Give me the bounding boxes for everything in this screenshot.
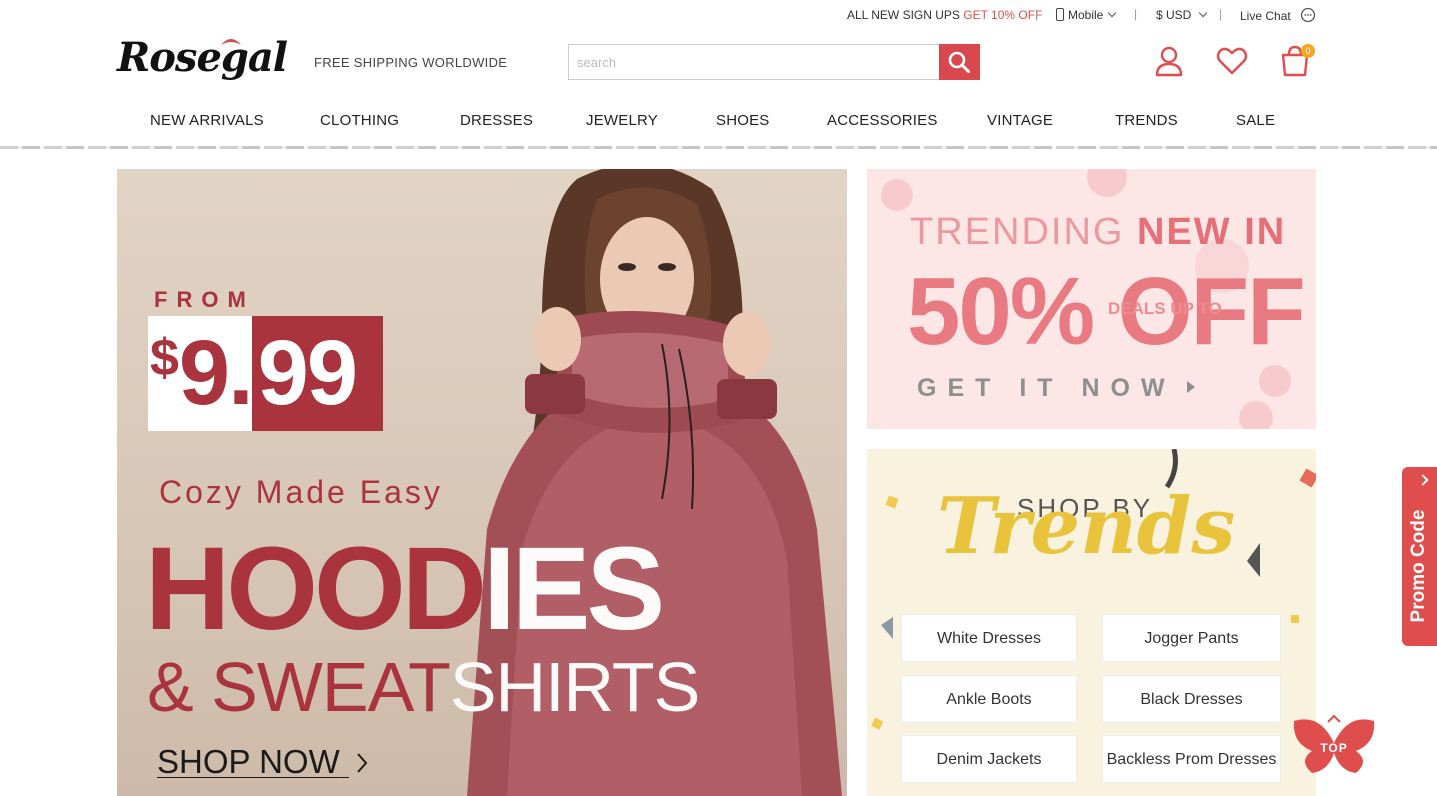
get-it-now-link[interactable]: GET IT NOW xyxy=(917,374,1196,403)
price-decimals: 99 xyxy=(251,316,383,431)
trending-banner[interactable]: TRENDING NEW IN 50% OFF DEALS UP TO GET … xyxy=(867,169,1316,429)
currency-selector[interactable]: $ USD xyxy=(1156,8,1208,22)
nav-divider xyxy=(0,146,1437,149)
mobile-menu[interactable]: Mobile xyxy=(1056,8,1117,22)
live-chat-link[interactable]: Live Chat xyxy=(1240,7,1316,23)
decor-dot xyxy=(1239,401,1273,429)
account-button[interactable] xyxy=(1152,44,1186,78)
chevron-right-icon xyxy=(357,753,368,773)
logo-text: Rosegal xyxy=(117,34,288,81)
price-tag: $ 9. 99 xyxy=(148,316,383,431)
search-input[interactable] xyxy=(568,44,940,80)
subheadline-part-b: SHIRTS xyxy=(449,648,700,726)
cart-count-badge: 0 xyxy=(1301,44,1315,58)
nav-clothing[interactable]: CLOTHING xyxy=(320,112,399,129)
shop-now-label: SHOP NOW xyxy=(157,743,340,780)
trending-title-b: NEW IN xyxy=(1137,211,1287,253)
logo-accent-icon xyxy=(221,39,241,45)
chevron-right-icon xyxy=(1417,474,1429,486)
promo-code-label: Promo Code xyxy=(1408,509,1429,623)
wishlist-button[interactable] xyxy=(1215,44,1249,78)
currency-label: $ USD xyxy=(1156,8,1192,22)
shop-by-trends-panel: SHOP BY Trends White Dresses Jogger Pant… xyxy=(867,449,1316,796)
mobile-label: Mobile xyxy=(1068,8,1104,22)
nav-new-arrivals[interactable]: NEW ARRIVALS xyxy=(150,112,264,129)
decor-dot xyxy=(1259,365,1291,397)
decor-dot xyxy=(1087,169,1127,197)
trend-link-white-dresses[interactable]: White Dresses xyxy=(901,614,1077,662)
nav-shoes[interactable]: SHOES xyxy=(716,112,770,129)
price-left-block: $ 9. xyxy=(148,316,254,431)
trend-link-denim-jackets[interactable]: Denim Jackets xyxy=(901,735,1077,783)
chevron-down-icon xyxy=(1199,8,1208,18)
price-currency: $ xyxy=(150,329,179,387)
signup-offer: GET 10% OFF xyxy=(963,8,1043,22)
mobile-phone-icon xyxy=(1056,8,1064,21)
top-bar: ALL NEW SIGN UPS GET 10% OFF | Mobile | … xyxy=(0,0,1437,30)
decor-dot xyxy=(881,179,913,211)
hero-headline: HOODIES xyxy=(145,529,665,649)
headline-part-b: IES xyxy=(483,523,665,655)
free-shipping-tagline: FREE SHIPPING WORLDWIDE xyxy=(314,55,508,70)
nav-vintage[interactable]: VINTAGE xyxy=(987,112,1053,129)
discount-headline: 50% OFF xyxy=(907,258,1306,365)
hero-subheadline: & SWEATSHIRTS xyxy=(147,647,700,727)
trending-title: TRENDING NEW IN xyxy=(910,211,1286,254)
hero-banner[interactable]: FROM $ 9. 99 Cozy Made Easy HOODIES & SW… xyxy=(117,169,847,796)
deals-label: DEALS UP TO xyxy=(1108,299,1222,318)
separator: | xyxy=(1035,7,1039,21)
price-integer: 9. xyxy=(178,322,254,424)
chevron-down-icon xyxy=(1108,8,1117,18)
headline-part-a: HOOD xyxy=(145,523,487,655)
separator: | xyxy=(1134,7,1138,21)
live-chat-label: Live Chat xyxy=(1240,9,1291,23)
signup-promo[interactable]: ALL NEW SIGN UPS GET 10% OFF xyxy=(847,8,1042,22)
heart-icon xyxy=(1216,47,1248,75)
separator: | xyxy=(1219,7,1223,21)
trend-link-black-dresses[interactable]: Black Dresses xyxy=(1102,675,1281,723)
from-label: FROM xyxy=(154,287,255,312)
promo-code-tab[interactable]: Promo Code xyxy=(1402,467,1437,646)
subheadline-part-a: & SWEAT xyxy=(147,648,451,726)
back-to-top-label: TOP xyxy=(1320,741,1348,755)
trend-link-backless-prom-dresses[interactable]: Backless Prom Dresses xyxy=(1102,735,1281,783)
get-it-now-label: GET IT NOW xyxy=(917,374,1176,402)
shop-now-link[interactable]: SHOP NOW xyxy=(157,743,369,781)
signup-text: ALL NEW SIGN UPS xyxy=(847,8,960,22)
user-icon xyxy=(1155,46,1183,77)
trend-link-ankle-boots[interactable]: Ankle Boots xyxy=(901,675,1077,723)
site-logo[interactable]: Rosegal xyxy=(117,30,299,90)
back-to-top-button[interactable]: TOP xyxy=(1290,713,1378,777)
triangle-right-icon xyxy=(1186,381,1195,393)
trend-link-jogger-pants[interactable]: Jogger Pants xyxy=(1102,614,1281,662)
chat-bubble-icon xyxy=(1300,7,1316,23)
nav-trends[interactable]: TRENDS xyxy=(1115,112,1178,129)
trending-title-a: TRENDING xyxy=(910,211,1125,253)
hero-tagline: Cozy Made Easy xyxy=(159,474,443,510)
nav-dresses[interactable]: DRESSES xyxy=(460,112,533,129)
trends-script-heading: Trends xyxy=(937,481,1236,572)
main-nav: NEW ARRIVALS CLOTHING DRESSES JEWELRY SH… xyxy=(0,108,1437,148)
search-icon xyxy=(948,51,970,73)
nav-jewelry[interactable]: JEWELRY xyxy=(586,112,658,129)
nav-accessories[interactable]: ACCESSORIES xyxy=(827,112,938,129)
search-button[interactable] xyxy=(939,44,980,80)
nav-sale[interactable]: SALE xyxy=(1236,112,1275,129)
